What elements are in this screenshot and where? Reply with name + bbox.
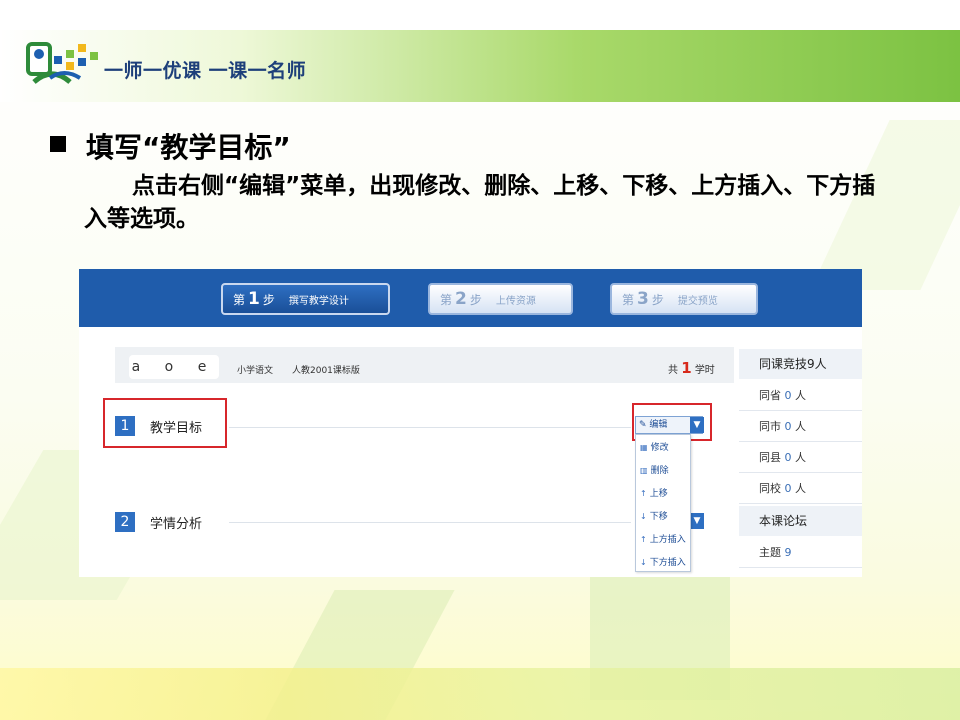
app-screenshot: 第 1 步 撰写教学设计 第 2 步 上传资源 第 3 步 提交预览 a o e… — [79, 269, 862, 577]
section-divider — [229, 427, 631, 428]
step-3-tab[interactable]: 第 3 步 提交预览 — [610, 283, 758, 315]
stat-label: 同校 — [759, 482, 781, 495]
step-prefix: 第 — [622, 292, 635, 307]
hours-prefix: 共 — [668, 365, 678, 376]
menu-item-delete[interactable]: ▥ 删除 — [640, 463, 669, 476]
stat-same-province[interactable]: 同省 0 人 — [739, 380, 862, 411]
menu-item-insert-below[interactable]: ↓ 下方插入 — [640, 555, 686, 568]
stat-label: 同县 — [759, 451, 781, 464]
menu-item-label: 上方插入 — [649, 535, 686, 545]
stat-same-county[interactable]: 同县 0 人 — [739, 442, 862, 473]
arrow-up-icon: ↑ — [640, 535, 647, 544]
menu-item-label: 上移 — [649, 489, 668, 499]
stat-same-school[interactable]: 同校 0 人 — [739, 473, 862, 504]
stat-count: 0 — [784, 451, 792, 464]
forum-header: 本课论坛 — [739, 506, 862, 536]
hours-suffix: 学时 — [694, 365, 715, 376]
stat-unit: 人 — [795, 482, 806, 495]
modify-icon: ▦ — [640, 443, 648, 452]
bullet-square-icon — [50, 136, 66, 152]
menu-item-label: 下移 — [649, 512, 668, 522]
step-number: 1 — [248, 289, 260, 309]
step-label: 撰写教学设计 — [288, 295, 349, 307]
step-2-tab[interactable]: 第 2 步 上传资源 — [428, 283, 573, 315]
trash-icon: ▥ — [640, 466, 648, 475]
menu-item-label: 下方插入 — [649, 558, 686, 568]
competition-header: 同课竞技9人 — [739, 349, 862, 379]
section-title-student-analysis[interactable]: 学情分析 — [150, 513, 202, 532]
stat-label: 同市 — [759, 420, 781, 433]
menu-item-insert-above[interactable]: ↑ 上方插入 — [640, 532, 686, 545]
step-number: 2 — [455, 289, 467, 309]
bottom-band — [0, 668, 960, 720]
dropdown-arrow-icon[interactable]: ▼ — [690, 513, 704, 529]
course-hours: 共 1 学时 — [668, 359, 715, 377]
menu-item-modify[interactable]: ▦ 修改 — [640, 440, 669, 453]
logo-icon — [26, 42, 98, 84]
slogan: 一师一优课 一课一名师 — [104, 60, 307, 82]
step-suffix: 步 — [262, 292, 275, 307]
arrow-down-icon: ↓ — [640, 558, 647, 567]
section-divider — [229, 522, 631, 523]
arrow-up-icon: ↑ — [640, 489, 647, 498]
menu-item-label: 删除 — [650, 466, 669, 476]
menu-item-move-up[interactable]: ↑ 上移 — [640, 486, 668, 499]
step-prefix: 第 — [233, 292, 246, 307]
stat-same-city[interactable]: 同市 0 人 — [739, 411, 862, 442]
step-prefix: 第 — [440, 292, 453, 307]
forum-topic-count[interactable]: 主题 9 — [739, 537, 862, 568]
hours-number: 1 — [681, 359, 692, 377]
stat-unit: 人 — [795, 451, 806, 464]
slide-heading: 填写“教学目标” — [86, 131, 291, 164]
arrow-down-icon: ↓ — [640, 512, 647, 521]
stat-unit: 人 — [795, 420, 806, 433]
stat-count: 0 — [784, 420, 792, 433]
course-subject: 小学语文 — [237, 366, 274, 376]
banner-top-strip — [0, 0, 960, 30]
step-suffix: 步 — [651, 292, 664, 307]
step-1-tab[interactable]: 第 1 步 撰写教学设计 — [221, 283, 390, 315]
step-label: 提交预览 — [677, 295, 718, 307]
step-label: 上传资源 — [495, 295, 536, 307]
menu-item-move-down[interactable]: ↓ 下移 — [640, 509, 668, 522]
step-number: 3 — [637, 289, 649, 309]
step-suffix: 步 — [469, 292, 482, 307]
course-name: a o e — [129, 355, 219, 379]
course-edition: 人教2001课标版 — [292, 366, 360, 376]
edit-dropdown-menu: ▦ 修改 ▥ 删除 ↑ 上移 ↓ 下移 ↑ 上方插入 ↓ 下方插入 — [635, 434, 691, 572]
stat-count: 0 — [784, 482, 792, 495]
menu-item-label: 修改 — [650, 443, 669, 453]
topic-label: 主题 — [759, 546, 781, 559]
stat-label: 同省 — [759, 389, 781, 402]
section-number: 2 — [115, 512, 135, 532]
topic-count: 9 — [784, 546, 792, 559]
slide-body-text: 点击右侧“编辑”菜单，出现修改、删除、上移、下移、上方插入、下方插入等选项。 — [84, 173, 876, 232]
stat-count: 0 — [784, 389, 792, 402]
stat-unit: 人 — [795, 389, 806, 402]
highlight-box — [103, 398, 227, 448]
